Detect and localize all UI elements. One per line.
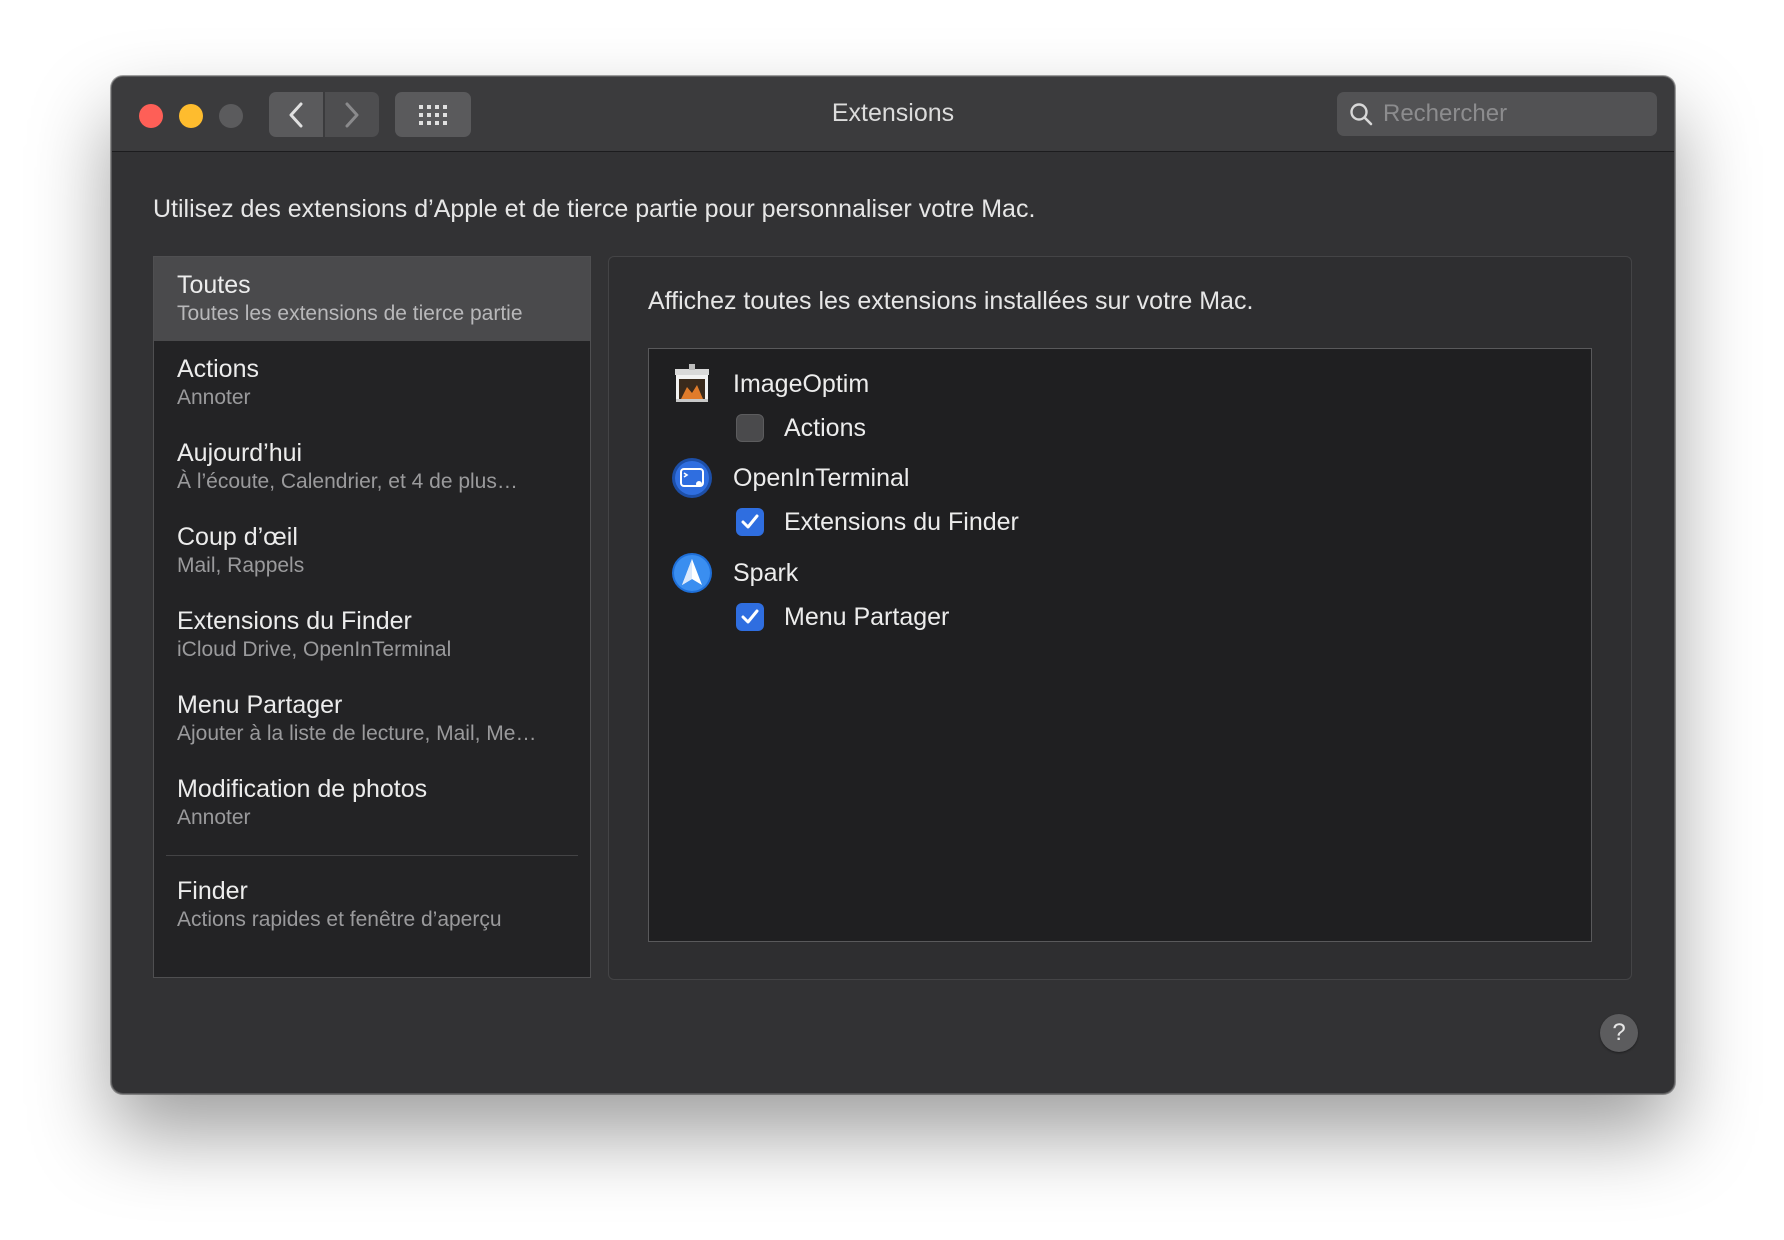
extension-list: ImageOptim Actions OpenInTerminal Extens… bbox=[648, 348, 1592, 942]
search-icon bbox=[1350, 103, 1373, 126]
detail-description: Affichez toutes les extensions installée… bbox=[648, 287, 1254, 315]
title-bar: Extensions bbox=[112, 77, 1674, 152]
sidebar-item-modification-de-photos[interactable]: Modification de photos Annoter bbox=[154, 761, 590, 845]
extension-row-openinterminal-finder[interactable]: Extensions du Finder bbox=[736, 502, 1019, 542]
help-button[interactable]: ? bbox=[1600, 1014, 1638, 1052]
sidebar-item-subtitle: Ajouter à la liste de lecture, Mail, Me… bbox=[177, 722, 537, 745]
sidebar-item-subtitle: Toutes les extensions de tierce partie bbox=[177, 302, 523, 325]
imageoptim-icon bbox=[671, 363, 713, 405]
sidebar-item-extensions-du-finder[interactable]: Extensions du Finder iCloud Drive, OpenI… bbox=[154, 593, 590, 677]
preferences-window: Extensions Utilisez des extensions d’App… bbox=[111, 76, 1675, 1094]
category-list: Toutes Toutes les extensions de tierce p… bbox=[153, 256, 591, 978]
extension-checkbox[interactable] bbox=[736, 603, 764, 631]
extension-row-imageoptim-actions[interactable]: Actions bbox=[736, 408, 866, 448]
extension-row-spark-share[interactable]: Menu Partager bbox=[736, 597, 949, 637]
sidebar-item-aujourdhui[interactable]: Aujourd’hui À l’écoute, Calendrier, et 4… bbox=[154, 425, 590, 509]
extension-label: Extensions du Finder bbox=[784, 507, 1019, 536]
spark-icon bbox=[671, 552, 713, 594]
sidebar-item-toutes[interactable]: Toutes Toutes les extensions de tierce p… bbox=[154, 257, 590, 341]
app-row-openinterminal: OpenInTerminal bbox=[671, 455, 909, 501]
extension-checkbox[interactable] bbox=[736, 414, 764, 442]
sidebar-divider bbox=[166, 855, 578, 856]
sidebar-item-title: Actions bbox=[177, 355, 259, 383]
search-field[interactable] bbox=[1337, 92, 1657, 136]
app-row-spark: Spark bbox=[671, 550, 798, 596]
sidebar-item-title: Aujourd’hui bbox=[177, 439, 303, 467]
extension-label: Menu Partager bbox=[784, 602, 950, 631]
extension-checkbox[interactable] bbox=[736, 508, 764, 536]
extension-label: Actions bbox=[784, 413, 866, 442]
sidebar-item-title: Menu Partager bbox=[177, 691, 343, 719]
sidebar-item-subtitle: Annoter bbox=[177, 386, 251, 409]
sidebar-item-subtitle: iCloud Drive, OpenInTerminal bbox=[177, 638, 452, 661]
checkmark-icon bbox=[741, 514, 759, 529]
sidebar-item-actions[interactable]: Actions Annoter bbox=[154, 341, 590, 425]
sidebar-item-subtitle: À l’écoute, Calendrier, et 4 de plus… bbox=[177, 470, 518, 493]
sidebar-item-title: Finder bbox=[177, 877, 248, 905]
app-row-imageoptim: ImageOptim bbox=[671, 361, 869, 407]
detail-panel: Affichez toutes les extensions installée… bbox=[608, 256, 1632, 980]
intro-text: Utilisez des extensions d’Apple et de ti… bbox=[153, 195, 1036, 223]
sidebar-item-subtitle: Annoter bbox=[177, 806, 251, 829]
sidebar-item-title: Modification de photos bbox=[177, 775, 428, 803]
checkmark-icon bbox=[741, 609, 759, 624]
sidebar-item-subtitle: Actions rapides et fenêtre d’aperçu bbox=[177, 908, 502, 931]
openinterminal-icon bbox=[671, 457, 713, 499]
app-name: ImageOptim bbox=[733, 369, 870, 398]
sidebar-item-finder[interactable]: Finder Actions rapides et fenêtre d’aper… bbox=[154, 863, 590, 947]
sidebar-item-coup-doeil[interactable]: Coup d’œil Mail, Rappels bbox=[154, 509, 590, 593]
sidebar-item-menu-partager[interactable]: Menu Partager Ajouter à la liste de lect… bbox=[154, 677, 590, 761]
sidebar-item-title: Toutes bbox=[177, 271, 251, 299]
search-input[interactable] bbox=[1383, 92, 1648, 136]
sidebar-item-title: Coup d’œil bbox=[177, 523, 298, 551]
app-name: OpenInTerminal bbox=[733, 463, 910, 492]
sidebar-item-subtitle: Mail, Rappels bbox=[177, 554, 305, 577]
app-name: Spark bbox=[733, 558, 799, 587]
sidebar-item-title: Extensions du Finder bbox=[177, 607, 412, 635]
